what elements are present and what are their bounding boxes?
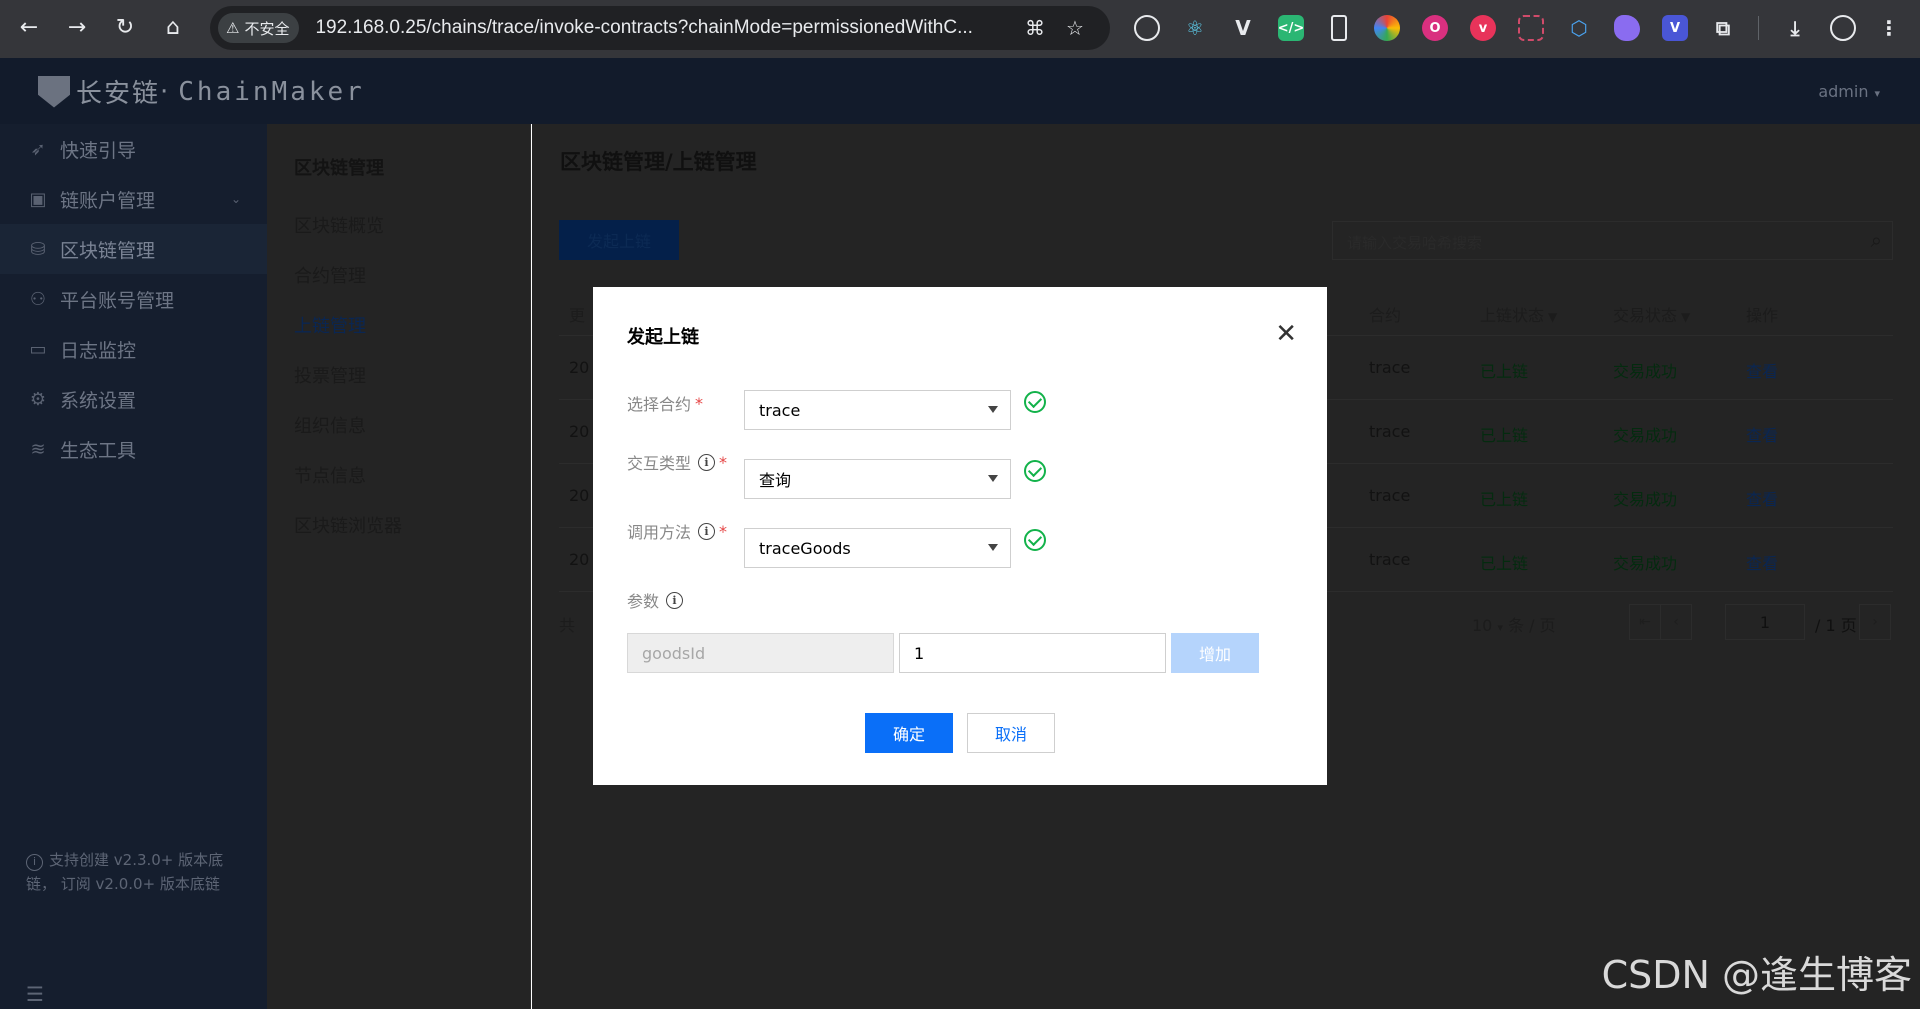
back-icon[interactable]: ← (14, 12, 44, 42)
dropdown-arrow-icon (988, 475, 998, 482)
required-mark: * (719, 521, 728, 541)
method-value: traceGoods (759, 538, 851, 558)
home-icon[interactable]: ⌂ (158, 12, 188, 42)
required-mark: * (695, 393, 704, 413)
url-text[interactable]: 192.168.0.25/chains/trace/invoke-contrac… (315, 17, 1005, 39)
react-devtools-icon[interactable]: ⚛ (1182, 15, 1208, 41)
mobile-icon[interactable] (1331, 15, 1347, 41)
invoke-dialog: 发起上链 ✕ 选择合约 * trace 交互类型 i * 查询 调用方法 i * trac… (593, 287, 1327, 785)
label-text: 参数 (627, 592, 660, 611)
code-extension-icon[interactable]: </> (1278, 15, 1304, 41)
label-text: 交互类型 (627, 454, 692, 473)
info-icon[interactable]: i (698, 522, 716, 540)
required-mark: * (719, 452, 728, 472)
warning-icon: ⚠ (226, 19, 240, 37)
cancel-button[interactable]: 取消 (967, 713, 1055, 753)
ghost-extension-icon[interactable] (1614, 15, 1640, 41)
extension-target-icon[interactable] (1134, 15, 1160, 41)
contract-field-label: 选择合约 * (627, 391, 703, 415)
method-field-label: 调用方法 i * (627, 519, 727, 543)
check-circle-icon (1024, 391, 1046, 413)
color-picker-icon[interactable] (1374, 15, 1400, 41)
vue-devtools-icon[interactable]: V (1230, 15, 1256, 41)
dialog-title: 发起上链 (627, 327, 699, 348)
type-value: 查询 (759, 471, 792, 490)
bookmark-star-icon[interactable]: ☆ (1066, 16, 1084, 40)
browser-toolbar: ← → ↻ ⌂ ⚠ 不安全 192.168.0.25/chains/trace/… (0, 0, 1920, 58)
address-bar[interactable]: ⚠ 不安全 192.168.0.25/chains/trace/invoke-c… (210, 6, 1110, 50)
dropdown-arrow-icon (988, 406, 998, 413)
translate-icon[interactable]: ⌘ (1025, 16, 1045, 40)
param-value-input[interactable]: 1 (899, 633, 1166, 673)
security-label: 不安全 (244, 19, 290, 38)
contract-value: trace (759, 400, 801, 420)
check-circle-icon (1024, 529, 1046, 551)
forward-icon[interactable]: → (62, 12, 92, 42)
shield-extension-icon[interactable]: V (1662, 15, 1688, 41)
download-icon[interactable]: ⤓ (1782, 15, 1808, 41)
extensions-puzzle-icon[interactable]: ⧉ (1710, 15, 1736, 41)
watermark: CSDN @逢生博客 (1601, 953, 1912, 997)
reload-icon[interactable]: ↻ (110, 12, 140, 42)
more-menu-icon[interactable]: ⋮ (1876, 15, 1902, 41)
close-icon[interactable]: ✕ (1275, 321, 1297, 347)
dropdown-arrow-icon (988, 544, 998, 551)
label-text: 选择合约 (627, 395, 692, 414)
profile-icon[interactable] (1830, 15, 1856, 41)
ring-extension-icon[interactable]: O (1422, 15, 1448, 41)
info-icon[interactable]: i (666, 591, 684, 609)
check-circle-icon (1024, 460, 1046, 482)
type-field-label: 交互类型 i * (627, 450, 727, 474)
confirm-button[interactable]: 确定 (865, 713, 953, 753)
params-label: 参数 i (627, 588, 684, 612)
cube-icon[interactable]: ⬡ (1566, 15, 1592, 41)
contract-select[interactable]: trace (744, 390, 1011, 430)
pocket-icon[interactable]: v (1470, 15, 1496, 41)
screenshot-icon[interactable] (1518, 15, 1544, 41)
toolbar-separator (1758, 16, 1759, 40)
security-chip[interactable]: ⚠ 不安全 (218, 13, 300, 43)
info-icon[interactable]: i (698, 453, 716, 471)
interaction-type-select[interactable]: 查询 (744, 459, 1011, 499)
param-key-field: goodsId (627, 633, 894, 673)
method-select[interactable]: traceGoods (744, 528, 1011, 568)
label-text: 调用方法 (627, 523, 692, 542)
add-param-button[interactable]: 增加 (1171, 633, 1259, 673)
